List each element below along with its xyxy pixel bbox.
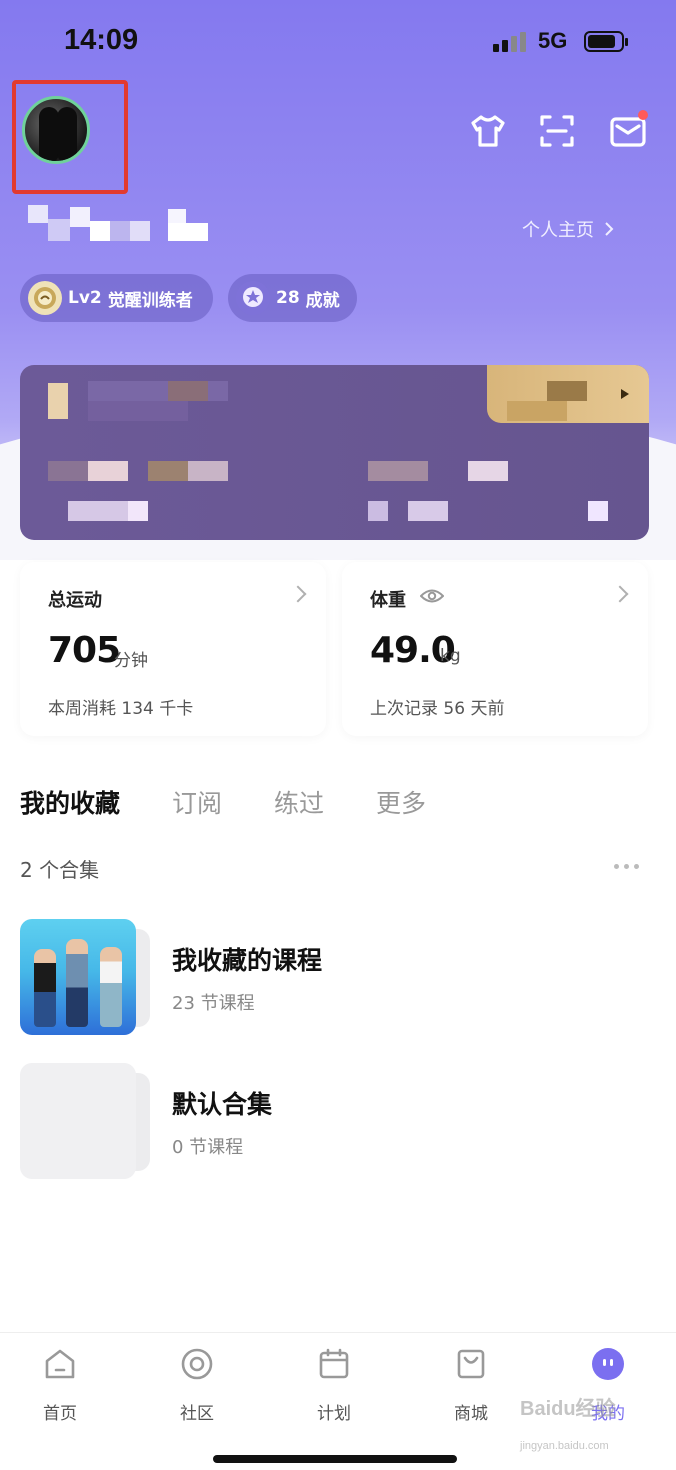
- level-badge[interactable]: Lv2 觉醒训练者: [20, 274, 213, 322]
- tabbar-item-home[interactable]: 首页: [10, 1347, 110, 1424]
- tabbar-item-plan[interactable]: 计划: [284, 1347, 384, 1424]
- eye-icon[interactable]: [420, 588, 444, 604]
- collection-item[interactable]: 我收藏的课程 23 节课程: [20, 919, 660, 1037]
- tabbar-item-shop[interactable]: 商城: [421, 1347, 521, 1424]
- weight-title: 体重: [370, 590, 406, 611]
- chevron-right-icon: [611, 585, 629, 603]
- chevron-right-icon: [605, 222, 614, 236]
- avatar[interactable]: [22, 96, 90, 164]
- achievement-label: 成就: [305, 290, 340, 311]
- shop-icon: [457, 1349, 485, 1379]
- community-icon: [181, 1348, 213, 1380]
- home-icon: [45, 1349, 75, 1379]
- collection-name: 我收藏的课程: [172, 946, 323, 975]
- collections-count: 2 个合集: [20, 858, 100, 882]
- profile-link[interactable]: 个人主页: [522, 216, 614, 242]
- tabbar-label: 首页: [43, 1404, 77, 1424]
- membership-button[interactable]: [487, 365, 649, 423]
- achievement-badge[interactable]: 28 成就: [228, 274, 357, 322]
- weight-sub: 上次记录 56 天前: [370, 699, 505, 719]
- battery-icon: [584, 31, 628, 52]
- collection-sub: 23 节课程: [172, 993, 255, 1014]
- status-time: 14:09: [64, 24, 139, 56]
- profile-icon: [592, 1348, 624, 1380]
- exercise-value: 705: [48, 630, 121, 671]
- tabbar-label: 计划: [317, 1404, 351, 1424]
- calendar-icon: [319, 1348, 349, 1379]
- username-redacted: [28, 205, 208, 243]
- membership-card[interactable]: [20, 365, 649, 540]
- level-title: 觉醒训练者: [107, 290, 193, 311]
- profile-link-label: 个人主页: [522, 220, 594, 241]
- collection-thumbnail: [20, 1063, 136, 1179]
- weight-card[interactable]: 体重 49.0 kg 上次记录 56 天前: [342, 562, 648, 736]
- tab-subscriptions[interactable]: 订阅: [172, 784, 222, 820]
- collection-name: 默认合集: [172, 1090, 273, 1119]
- scan-icon[interactable]: [538, 112, 576, 150]
- level-medal-icon: [28, 281, 62, 315]
- content-tabs: 我的收藏 订阅 练过 更多: [20, 784, 426, 820]
- collection-item[interactable]: 默认合集 0 节课程: [20, 1063, 660, 1181]
- play-arrow-icon: [621, 389, 629, 399]
- exercise-sub: 本周消耗 134 千卡: [48, 699, 194, 719]
- tabbar-label: 商城: [454, 1404, 488, 1424]
- collection-thumbnail: [20, 919, 136, 1035]
- achievement-count: 28: [276, 288, 300, 308]
- watermark-brand: Baidu经验: [520, 1398, 616, 1420]
- achievement-medal-icon: [236, 281, 270, 315]
- chevron-right-icon: [289, 585, 307, 603]
- notification-dot: [638, 110, 648, 120]
- level-tier: Lv2: [68, 288, 102, 308]
- exercise-card[interactable]: 总运动 705 分钟 本周消耗 134 千卡: [20, 562, 326, 736]
- tab-practiced[interactable]: 练过: [274, 784, 324, 820]
- tabbar-item-community[interactable]: 社区: [147, 1347, 247, 1424]
- signal-icon: [493, 30, 529, 52]
- tabbar-label: 社区: [180, 1404, 214, 1424]
- tab-more[interactable]: 更多: [376, 784, 426, 820]
- more-options-icon[interactable]: [614, 864, 639, 869]
- status-bar: 14:09 5G: [0, 0, 676, 84]
- tab-favorites[interactable]: 我的收藏: [20, 784, 120, 820]
- watermark-url: jingyan.baidu.com: [520, 1440, 609, 1452]
- collection-sub: 0 节课程: [172, 1137, 244, 1158]
- exercise-title: 总运动: [48, 590, 102, 611]
- tshirt-icon[interactable]: [469, 112, 507, 150]
- home-indicator: [213, 1455, 457, 1463]
- exercise-unit: 分钟: [114, 651, 148, 671]
- network-type: 5G: [538, 28, 568, 53]
- weight-unit: kg: [440, 646, 461, 666]
